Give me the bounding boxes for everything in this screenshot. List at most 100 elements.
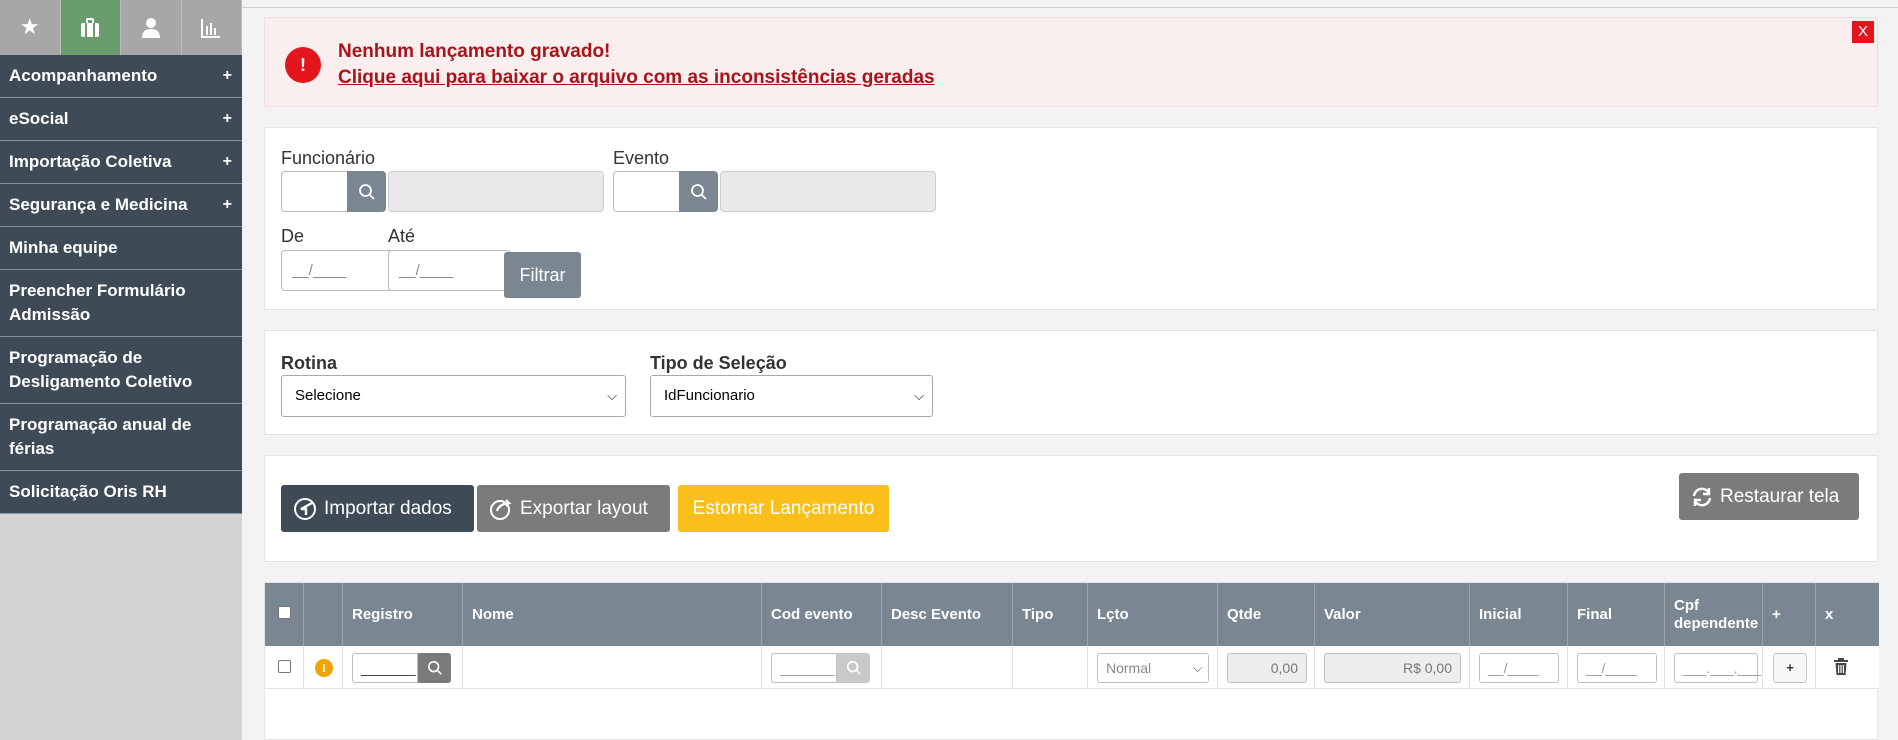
evento-desc-field <box>720 171 936 212</box>
valor-input[interactable]: R$ 0,00 <box>1324 653 1461 683</box>
tipo-selecao-label: Tipo de Seleção <box>650 353 787 373</box>
sidebar-item-label: Solicitação Oris RH <box>9 482 167 501</box>
remove-cell <box>1816 646 1879 689</box>
search-icon <box>358 183 375 200</box>
tipo-selecao-select[interactable]: IdFuncionario ⌵ <box>650 375 933 417</box>
cpf-dependente-input[interactable]: ___.___.___ <box>1674 653 1761 683</box>
de-label: De <box>281 226 305 246</box>
error-alert: ! Nenhum lançamento gravado! Clique aqui… <box>264 17 1878 107</box>
cod-evento-input[interactable]: _______ <box>771 653 837 683</box>
sidebar-item-acompanhamento[interactable]: Acompanhamento + <box>0 55 242 98</box>
download-inconsistencies-link[interactable]: Clique aqui para baixar o arquivo com as… <box>338 67 935 89</box>
search-icon <box>427 660 442 675</box>
search-icon <box>846 660 861 675</box>
nome-header: Nome <box>463 583 762 646</box>
sidebar-item-solicitacao-oris-rh[interactable]: Solicitação Oris RH <box>0 471 242 514</box>
importar-dados-button[interactable]: Importar dados <box>281 485 474 532</box>
tipo-selecao-value: IdFuncionario <box>664 387 755 404</box>
registro-search-button[interactable] <box>418 653 451 683</box>
exportar-layout-button[interactable]: Exportar layout <box>477 485 670 532</box>
bar-chart-icon <box>201 18 221 38</box>
sidebar-item-label: Programação de Desligamento Coletivo <box>9 348 193 391</box>
tab-company[interactable] <box>60 0 121 55</box>
exportar-layout-label: Exportar layout <box>520 497 648 519</box>
table-row: i _______ _______ Normal ⌵ 0,00 R$ 0,00 … <box>265 646 1879 689</box>
restaurar-tela-button[interactable]: Restaurar tela <box>1679 473 1859 520</box>
estornar-lancamento-button[interactable]: Estornar Lançamento <box>678 485 889 532</box>
rotina-select-value: Selecione <box>295 387 361 404</box>
row-select-cell <box>265 646 304 689</box>
add-header: + <box>1763 583 1816 646</box>
sidebar-item-programacao-ferias[interactable]: Programação anual de férias <box>0 404 242 471</box>
close-alert-button[interactable]: X <box>1852 21 1874 43</box>
sidebar-item-label: Segurança e Medicina <box>9 195 188 214</box>
restaurar-tela-label: Restaurar tela <box>1720 485 1840 507</box>
sidebar-item-esocial[interactable]: eSocial + <box>0 98 242 141</box>
sidebar-item-label: eSocial <box>9 109 69 128</box>
tipo-cell <box>1013 646 1088 689</box>
sidebar-item-seguranca-medicina[interactable]: Segurança e Medicina + <box>0 184 242 227</box>
inicial-cell: __/____ <box>1470 646 1568 689</box>
inicial-input[interactable]: __/____ <box>1479 653 1559 683</box>
status-header <box>304 583 343 646</box>
lcto-select-value: Normal <box>1106 660 1152 676</box>
sidebar-tabs: ★ <box>0 0 242 55</box>
expand-icon: + <box>222 196 232 213</box>
tipo-header: Tipo <box>1013 583 1088 646</box>
trash-icon[interactable] <box>1833 658 1849 676</box>
valor-header: Valor <box>1315 583 1470 646</box>
inicial-header: Inicial <box>1470 583 1568 646</box>
briefcase-icon <box>81 17 100 37</box>
cod-evento-search-button[interactable] <box>837 653 870 683</box>
select-all-checkbox[interactable] <box>278 606 291 619</box>
cod-evento-cell: _______ <box>762 646 882 689</box>
desc-evento-header: Desc Evento <box>882 583 1013 646</box>
tab-favorites[interactable]: ★ <box>0 0 61 55</box>
tab-reports[interactable] <box>181 0 242 55</box>
entries-table: Registro Nome Cod evento Desc Evento Tip… <box>264 582 1879 740</box>
sidebar-menu: Acompanhamento + eSocial + Importação Co… <box>0 55 242 514</box>
qtde-input[interactable]: 0,00 <box>1227 653 1307 683</box>
select-all-cell <box>265 583 304 646</box>
info-icon[interactable]: i <box>315 659 333 677</box>
de-date-input[interactable]: __/____ <box>281 250 403 291</box>
chevron-down-icon: ⌵ <box>1192 661 1202 675</box>
sidebar-item-label: Preencher Formulário Admissão <box>9 281 186 324</box>
cod-evento-header: Cod evento <box>762 583 882 646</box>
lcto-cell: Normal ⌵ <box>1088 646 1218 689</box>
table-header: Registro Nome Cod evento Desc Evento Tip… <box>265 583 1879 646</box>
actions-panel: Importar dados Exportar layout Estornar … <box>264 455 1878 562</box>
alert-icon: ! <box>285 47 321 83</box>
rotina-select[interactable]: Selecione ⌵ <box>281 375 626 417</box>
sidebar-item-importacao-coletiva[interactable]: Importação Coletiva + <box>0 141 242 184</box>
registro-cell: _______ <box>343 646 463 689</box>
final-cell: __/____ <box>1568 646 1665 689</box>
sidebar-item-formulario-admissao[interactable]: Preencher Formulário Admissão <box>0 270 242 337</box>
final-input[interactable]: __/____ <box>1577 653 1657 683</box>
sidebar: ★ Acompanhamento + eSocial + Importação … <box>0 0 242 740</box>
export-icon <box>490 498 512 520</box>
sidebar-item-minha-equipe[interactable]: Minha equipe <box>0 227 242 270</box>
sidebar-item-desligamento-coletivo[interactable]: Programação de Desligamento Coletivo <box>0 337 242 404</box>
funcionario-search-button[interactable] <box>347 171 386 212</box>
user-icon <box>141 17 160 38</box>
funcionario-name-field <box>388 171 604 212</box>
tab-user[interactable] <box>121 0 182 55</box>
app: ★ Acompanhamento + eSocial + Importação … <box>0 0 1898 740</box>
add-row-button[interactable]: + <box>1773 653 1807 683</box>
refresh-icon <box>1692 487 1712 506</box>
star-icon: ★ <box>19 15 40 40</box>
ate-date-input[interactable]: __/____ <box>388 250 511 291</box>
expand-icon: + <box>222 153 232 170</box>
ate-label: Até <box>388 226 416 246</box>
row-checkbox[interactable] <box>278 660 291 673</box>
valor-cell: R$ 0,00 <box>1315 646 1470 689</box>
evento-label: Evento <box>613 148 670 168</box>
registro-input[interactable]: _______ <box>352 653 418 683</box>
chevron-down-icon: ⌵ <box>607 388 617 403</box>
divider <box>242 7 1898 8</box>
filtrar-button[interactable]: Filtrar <box>504 252 581 298</box>
evento-search-button[interactable] <box>679 171 718 212</box>
main-content: ! Nenhum lançamento gravado! Clique aqui… <box>242 0 1898 740</box>
lcto-select[interactable]: Normal ⌵ <box>1097 653 1209 683</box>
